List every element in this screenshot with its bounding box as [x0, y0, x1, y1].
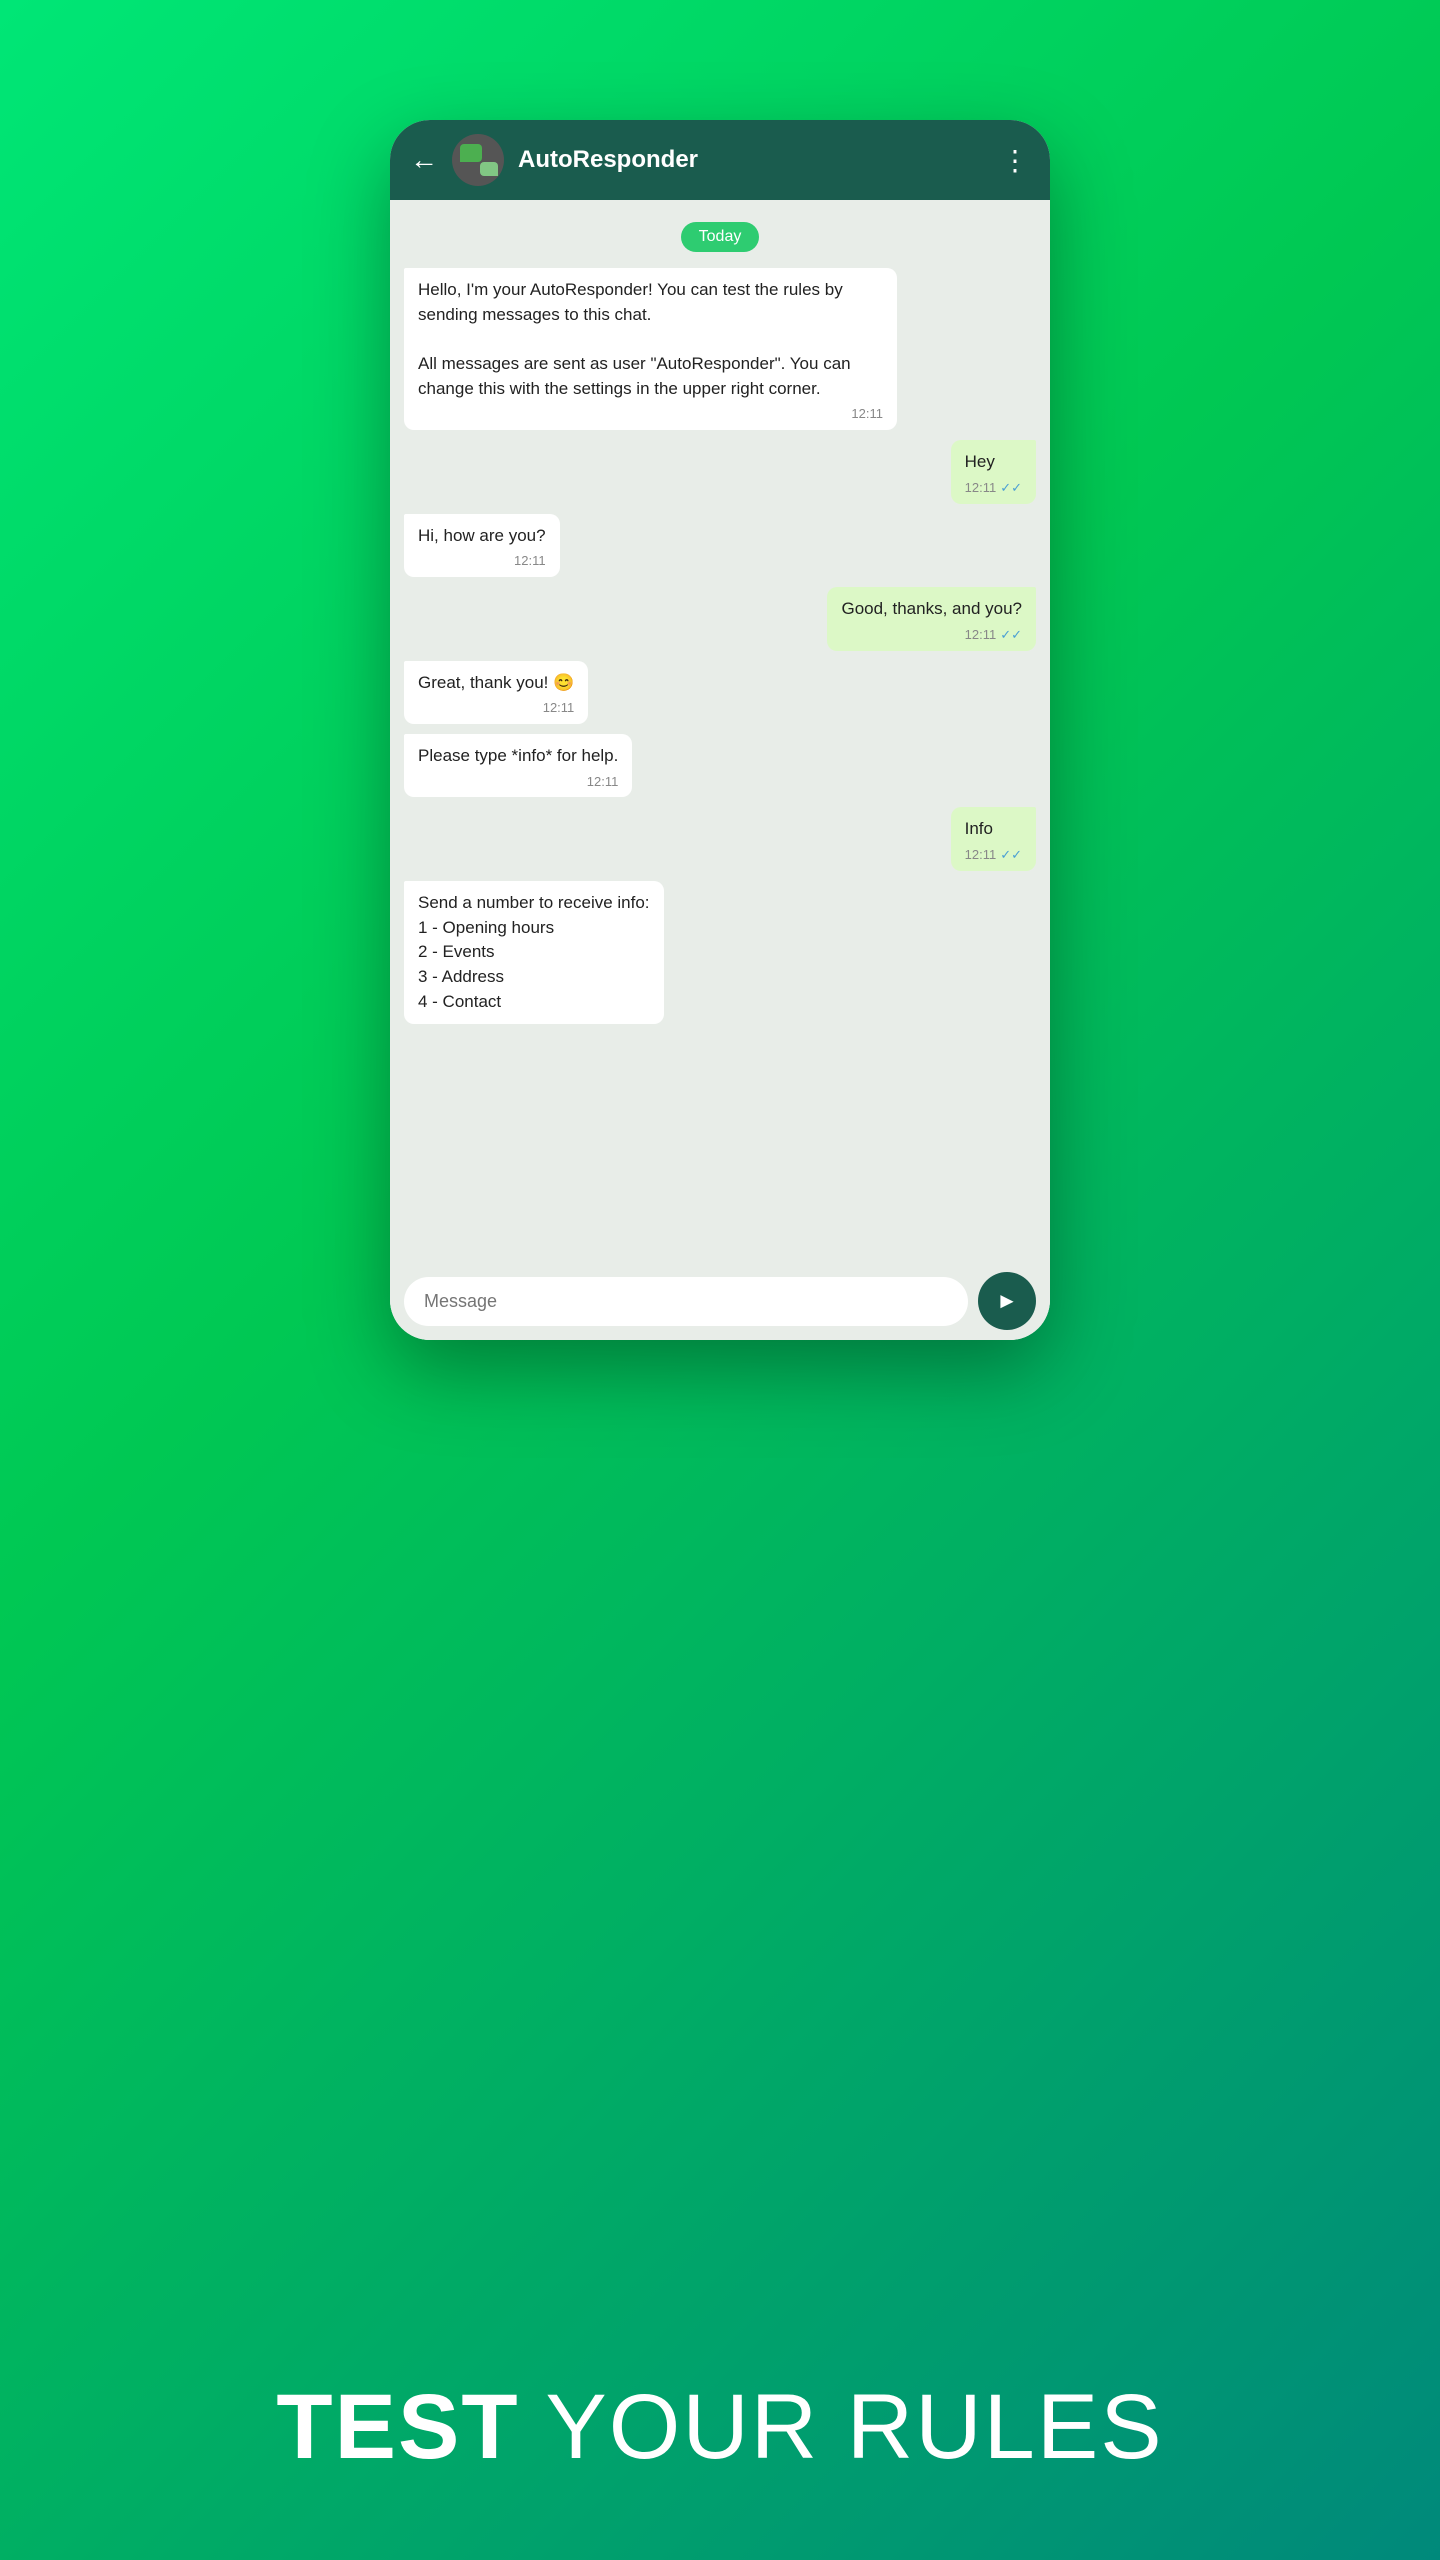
message-time: 12:11 — [965, 846, 997, 865]
message-row: Great, thank you! 😊 12:11 — [404, 661, 1036, 724]
message-meta: 12:11 — [418, 405, 883, 424]
message-meta: 12:11 ✓✓ — [965, 846, 1022, 865]
message-text: Great, thank you! 😊 — [418, 671, 574, 696]
message-time: 12:11 — [543, 699, 575, 718]
check-icon: ✓✓ — [1000, 846, 1022, 865]
message-row: Good, thanks, and you? 12:11 ✓✓ — [404, 587, 1036, 650]
message-meta: 12:11 ✓✓ — [965, 479, 1022, 498]
date-badge: Today — [681, 222, 760, 252]
message-meta: 12:11 — [418, 773, 618, 792]
message-text: Hi, how are you? — [418, 524, 546, 549]
message-meta: 12:11 — [418, 699, 574, 718]
message-row: Please type *info* for help. 12:11 — [404, 734, 1036, 797]
message-time: 12:11 — [965, 626, 997, 645]
message-bubble: Info 12:11 ✓✓ — [951, 807, 1036, 870]
avatar — [452, 134, 504, 186]
message-row: Info 12:11 ✓✓ — [404, 807, 1036, 870]
chat-title: AutoResponder — [518, 146, 987, 174]
message-input[interactable] — [404, 1277, 968, 1326]
input-area: ► — [390, 1262, 1050, 1340]
message-meta: 12:11 ✓✓ — [841, 626, 1022, 645]
avatar-bubble1 — [460, 144, 482, 162]
message-time: 12:11 — [587, 773, 619, 792]
more-options-icon[interactable]: ⋮ — [1001, 144, 1030, 177]
message-text: Send a number to receive info: 1 - Openi… — [418, 891, 650, 1014]
message-row: Hello, I'm your AutoResponder! You can t… — [404, 268, 1036, 430]
message-row: Hey 12:11 ✓✓ — [404, 440, 1036, 503]
message-bubble: Please type *info* for help. 12:11 — [404, 734, 632, 797]
bottom-light: YOUR RULES — [520, 2376, 1164, 2478]
message-row: Hi, how are you? 12:11 — [404, 514, 1036, 577]
message-text: Hey — [965, 450, 1022, 475]
send-icon: ► — [996, 1288, 1018, 1314]
message-text: Please type *info* for help. — [418, 744, 618, 769]
message-row: Send a number to receive info: 1 - Openi… — [404, 881, 1036, 1024]
bottom-bold: TEST — [276, 2376, 519, 2478]
message-bubble: Great, thank you! 😊 12:11 — [404, 661, 588, 724]
chat-header: ← AutoResponder ⋮ — [390, 120, 1050, 200]
message-text: Good, thanks, and you? — [841, 597, 1022, 622]
chat-area: Today Hello, I'm your AutoResponder! You… — [390, 200, 1050, 1262]
message-meta: 12:11 — [418, 552, 546, 571]
message-bubble: Hi, how are you? 12:11 — [404, 514, 560, 577]
message-text: Info — [965, 817, 1022, 842]
message-time: 12:11 — [514, 552, 546, 571]
message-bubble: Send a number to receive info: 1 - Openi… — [404, 881, 664, 1024]
send-button[interactable]: ► — [978, 1272, 1036, 1330]
message-text: Hello, I'm your AutoResponder! You can t… — [418, 278, 883, 401]
message-bubble: Good, thanks, and you? 12:11 ✓✓ — [827, 587, 1036, 650]
bottom-text: TEST YOUR RULES — [0, 2375, 1440, 2480]
back-button[interactable]: ← — [410, 144, 438, 176]
message-time: 12:11 — [851, 405, 883, 424]
message-time: 12:11 — [965, 479, 997, 498]
message-bubble: Hello, I'm your AutoResponder! You can t… — [404, 268, 897, 430]
avatar-bubble2 — [480, 162, 498, 176]
phone-frame: ← AutoResponder ⋮ Today Hello, I'm your … — [390, 120, 1050, 1340]
check-icon: ✓✓ — [1000, 479, 1022, 498]
message-bubble: Hey 12:11 ✓✓ — [951, 440, 1036, 503]
check-icon: ✓✓ — [1000, 626, 1022, 645]
